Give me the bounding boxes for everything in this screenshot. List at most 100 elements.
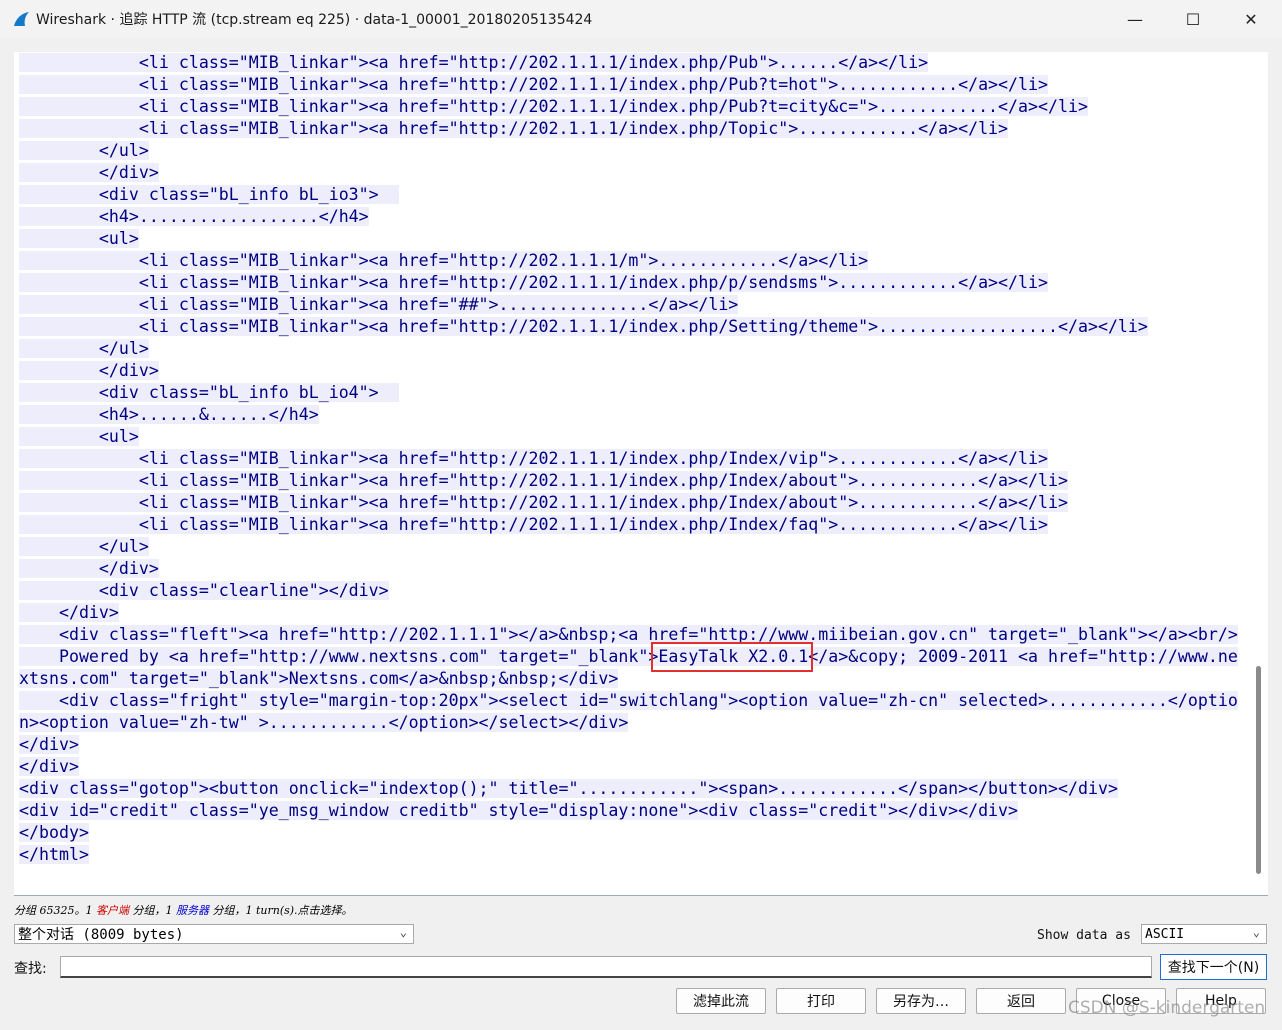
show-data-select-value: ASCII: [1145, 926, 1185, 942]
maximize-button[interactable]: ☐: [1164, 0, 1222, 38]
stream-line-text: <div class="fleft"><a href="http://202.1…: [19, 625, 1238, 644]
stream-line-text: <div class="gotop"><button onclick="inde…: [19, 779, 1118, 798]
stream-line: <div class="clearline"></div>: [19, 580, 1238, 602]
status-client-label: 客户端: [95, 904, 129, 917]
minimize-button[interactable]: —: [1106, 0, 1164, 38]
stream-line-text: </div>: [19, 603, 119, 622]
stream-line-text: <div class="bL_info bL_io3">: [19, 185, 399, 204]
stream-line-text: </body>: [19, 823, 89, 842]
packet-status: 分组 65325。1 客户端 分组，1 服务器 分组，1 turn(s).点击选…: [14, 902, 353, 918]
wireshark-fin-icon: [14, 12, 29, 26]
stream-content-pane[interactable]: <li class="MIB_linkar"><a href="http://2…: [14, 52, 1268, 896]
stream-line: <li class="MIB_linkar"><a href="http://2…: [19, 272, 1238, 294]
close-icon: ✕: [1244, 9, 1258, 29]
minimize-icon: —: [1127, 9, 1143, 29]
window-title: Wireshark · 追踪 HTTP 流 (tcp.stream eq 225…: [36, 12, 593, 28]
stream-line-text: </ul>: [19, 537, 149, 556]
stream-line-text: <li class="MIB_linkar"><a href="##">....…: [19, 295, 739, 314]
chevron-down-icon: ⌄: [1252, 925, 1260, 939]
scrollbar-thumb[interactable]: [1256, 666, 1261, 874]
stream-line: <li class="MIB_linkar"><a href="http://2…: [19, 470, 1238, 492]
stream-line: <li class="MIB_linkar"><a href="http://2…: [19, 250, 1238, 272]
stream-line: <ul>: [19, 228, 1238, 250]
conversation-select[interactable]: 整个对话 (8009 bytes) ⌄: [14, 924, 414, 944]
stream-text[interactable]: <li class="MIB_linkar"><a href="http://2…: [19, 52, 1238, 866]
stream-line: <div class="fright" style="margin-top:20…: [19, 690, 1238, 712]
stream-line-text: <li class="MIB_linkar"><a href="http://2…: [19, 317, 1148, 336]
find-input[interactable]: [60, 956, 1152, 978]
stream-line: <li class="MIB_linkar"><a href="http://2…: [19, 118, 1238, 140]
stream-line-text: </div>: [19, 163, 159, 182]
stream-line-text: Powered by <a href="http://www.nextsns.c…: [19, 647, 1238, 666]
stream-line: Powered by <a href="http://www.nextsns.c…: [19, 646, 1238, 668]
stream-line-text: <div class="clearline"></div>: [19, 581, 389, 600]
stream-line: <div class="bL_info bL_io3">: [19, 184, 1238, 206]
stream-line-text: </div>: [19, 361, 159, 380]
stream-line: <li class="MIB_linkar"><a href="http://2…: [19, 74, 1238, 96]
stream-line-text: <ul>: [19, 229, 139, 248]
stream-line: </div>: [19, 558, 1238, 580]
stream-line: <h4>..................</h4>: [19, 206, 1238, 228]
stream-line: <div id="credit" class="ye_msg_window cr…: [19, 800, 1238, 822]
stream-line-text: </div>: [19, 559, 159, 578]
stream-line: </div>: [19, 602, 1238, 624]
stream-line: <li class="MIB_linkar"><a href="http://2…: [19, 492, 1238, 514]
stream-line: <li class="MIB_linkar"><a href="http://2…: [19, 448, 1238, 470]
stream-line-text: <ul>: [19, 427, 139, 446]
stream-line: </div>: [19, 360, 1238, 382]
stream-line: <li class="MIB_linkar"><a href="http://2…: [19, 514, 1238, 536]
stream-line: <h4>......&......</h4>: [19, 404, 1238, 426]
stream-line: <li class="MIB_linkar"><a href="##">....…: [19, 294, 1238, 316]
stream-line: </html>: [19, 844, 1238, 866]
stream-line: </ul>: [19, 140, 1238, 162]
stream-line: <div class="fleft"><a href="http://202.1…: [19, 624, 1238, 646]
stream-line-text: <li class="MIB_linkar"><a href="http://2…: [19, 119, 1009, 138]
find-label: 查找:: [14, 961, 47, 977]
status-prefix: 分组 65325。1: [14, 904, 96, 917]
stream-line-text: </html>: [19, 845, 89, 864]
stream-line: </body>: [19, 822, 1238, 844]
stream-line-text: </ul>: [19, 339, 149, 358]
stream-line-text: </div>: [19, 757, 79, 776]
save-as-button[interactable]: 另存为…: [876, 988, 966, 1014]
stream-line: <li class="MIB_linkar"><a href="http://2…: [19, 52, 1238, 74]
dialog-body: <li class="MIB_linkar"><a href="http://2…: [0, 38, 1282, 1030]
stream-line: <li class="MIB_linkar"><a href="http://2…: [19, 96, 1238, 118]
stream-line-text: <li class="MIB_linkar"><a href="http://2…: [19, 251, 869, 270]
highlight-annotation-box: [651, 642, 813, 672]
stream-line: xtsns.com" target="_blank">Nextsns.com</…: [19, 668, 1238, 690]
stream-line: </div>: [19, 734, 1238, 756]
stream-line-text: <div id="credit" class="ye_msg_window cr…: [19, 801, 1019, 820]
back-button[interactable]: 返回: [976, 988, 1066, 1014]
stream-line: n><option value="zh-tw" >............</o…: [19, 712, 1238, 734]
show-data-label: Show data as: [1037, 928, 1131, 943]
stream-line-text: <h4>..................</h4>: [19, 207, 369, 226]
stream-line: </div>: [19, 162, 1238, 184]
print-button[interactable]: 打印: [776, 988, 866, 1014]
stream-line-text: <h4>......&......</h4>: [19, 405, 319, 424]
show-data-select[interactable]: ASCII ⌄: [1141, 924, 1267, 944]
maximize-icon: ☐: [1185, 9, 1201, 29]
vertical-scrollbar[interactable]: [1254, 52, 1264, 895]
stream-line-text: n><option value="zh-tw" >............</o…: [19, 713, 629, 732]
stream-line: </ul>: [19, 536, 1238, 558]
conversation-select-value: 整个对话 (8009 bytes): [18, 927, 184, 943]
watermark: CSDN @S-kindergarten: [1068, 998, 1266, 1018]
stream-line: <div class="bL_info bL_io4">: [19, 382, 1238, 404]
stream-line: <div class="gotop"><button onclick="inde…: [19, 778, 1238, 800]
stream-line-text: <li class="MIB_linkar"><a href="http://2…: [19, 53, 929, 72]
close-window-button[interactable]: ✕: [1222, 0, 1280, 38]
stream-line-text: <div class="fright" style="margin-top:20…: [19, 691, 1238, 710]
status-server-label: 服务器: [175, 904, 209, 917]
filter-out-stream-button[interactable]: 滤掉此流: [676, 988, 766, 1014]
stream-line-text: </div>: [19, 735, 79, 754]
stream-line-text: </ul>: [19, 141, 149, 160]
stream-line-text: <li class="MIB_linkar"><a href="http://2…: [19, 515, 1048, 534]
find-next-button[interactable]: 查找下一个(N): [1160, 954, 1267, 980]
stream-line-text: <li class="MIB_linkar"><a href="http://2…: [19, 75, 1048, 94]
status-suffix: 分组，1 turn(s).点击选择。: [208, 904, 353, 917]
stream-line: </div>: [19, 756, 1238, 778]
stream-line-text: <li class="MIB_linkar"><a href="http://2…: [19, 449, 1048, 468]
stream-line: <ul>: [19, 426, 1238, 448]
chevron-down-icon: ⌄: [399, 925, 407, 939]
